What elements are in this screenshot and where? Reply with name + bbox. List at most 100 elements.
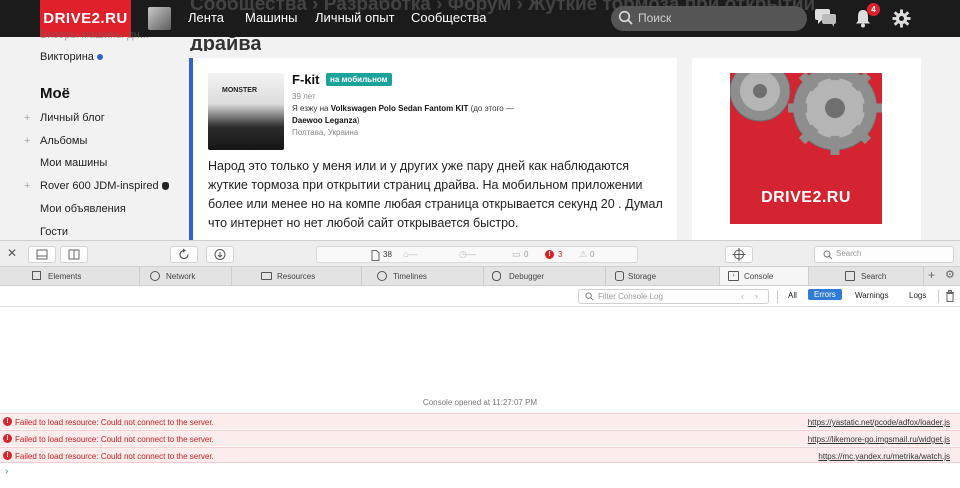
tab-label: Storage [628, 272, 657, 281]
console-error-row[interactable]: ! Failed to load resource: Could not con… [0, 413, 960, 429]
error-icon: ! [3, 451, 12, 460]
tab-console[interactable]: › Console [720, 267, 809, 285]
filter-divider [777, 290, 778, 303]
download-icon [214, 249, 226, 260]
filter-all[interactable]: All [788, 291, 797, 300]
forum-post: MONSTER F-kit на мобильном 39 лет Я езжу… [189, 58, 677, 240]
sidebar-item-ads[interactable]: Мои объявления [40, 203, 126, 215]
clock-icon [377, 271, 387, 281]
messages-icon[interactable] [815, 9, 837, 28]
console-prompt[interactable]: › [5, 466, 8, 477]
settings-gear-icon[interactable] [892, 9, 911, 28]
author-location: Полтава, Украина [292, 128, 359, 137]
site-search-input[interactable]: Поиск [611, 6, 807, 31]
log-count: 0 [524, 250, 529, 259]
notification-badge: 4 [867, 3, 880, 16]
tab-timelines[interactable]: Timelines [362, 267, 484, 285]
trash-icon[interactable] [945, 290, 955, 302]
devtools-search-placeholder: Search [836, 249, 862, 258]
sidebar-item-partial[interactable]: Бизоры машины дн... [40, 29, 149, 41]
tab-search[interactable]: Search [809, 267, 924, 285]
next-arrow-icon[interactable]: › [755, 291, 758, 301]
nav-experience[interactable]: Личный опыт [315, 10, 395, 25]
add-tab-icon[interactable]: + [928, 268, 935, 282]
error-message: Failed to load resource: Could not conne… [15, 418, 214, 427]
dock-side-button[interactable] [60, 246, 88, 263]
dock-icon [36, 249, 48, 260]
devtools-search-input[interactable]: Search [814, 246, 954, 263]
filter-warnings[interactable]: Warnings [855, 291, 889, 300]
download-button[interactable] [206, 246, 234, 263]
sidebar-item-label: Rover 600 JDM-inspired [40, 180, 159, 192]
sidebar-item-albums[interactable]: Альбомы [40, 135, 87, 147]
nav-communities[interactable]: Сообщества [411, 10, 487, 25]
plus-icon[interactable]: + [24, 135, 30, 147]
sidebar-item-my-cars[interactable]: Мои машины [40, 157, 107, 169]
tab-label: Resources [277, 272, 316, 281]
inspect-button[interactable] [725, 246, 753, 263]
car-link[interactable]: Volkswagen Polo Sedan Fantom KIT [331, 104, 469, 113]
plus-icon[interactable]: + [24, 180, 30, 192]
document-icon [371, 250, 380, 261]
tab-elements[interactable]: Elements [0, 267, 140, 285]
log-icon: ▭ [512, 249, 521, 259]
car-prev-suffix: ) [356, 116, 360, 125]
warning-icon: ⚠ [579, 249, 588, 259]
avatar[interactable] [148, 7, 171, 30]
folder-icon [261, 272, 272, 280]
filter-logs[interactable]: Logs [909, 291, 926, 300]
author-prev-car: Daewoo Leganza) [292, 116, 360, 125]
sidebar-item-guests[interactable]: Гости [40, 226, 68, 238]
console-icon: › [728, 271, 739, 281]
globe-icon [150, 271, 160, 281]
error-source-link[interactable]: https://yastatic.net/pcode/adfox/loader.… [808, 418, 950, 427]
nav-feed[interactable]: Лента [188, 10, 224, 25]
error-source-link[interactable]: https://mc.yandex.ru/metrika/watch.js [818, 452, 950, 461]
tab-network[interactable]: Network [140, 267, 232, 285]
sidebar-item-car[interactable]: Rover 600 JDM-inspired [40, 180, 169, 192]
tab-label: Search [861, 272, 887, 281]
page-title: драйва [190, 37, 262, 51]
console-error-row[interactable]: ! Failed to load resource: Could not con… [0, 447, 960, 463]
tab-storage[interactable]: Storage [606, 267, 720, 285]
devtools-toolbar: ✕ 38 ⌂— ◷— ▭ 0 ! 3 ⚠ 0 Search [0, 240, 960, 267]
prev-arrow-icon[interactable]: ‹ [741, 291, 744, 301]
ad-card: DRIVE2.RU [692, 58, 921, 240]
search-icon [618, 10, 633, 25]
car-prefix: Я езжу на [292, 104, 331, 113]
tab-label: Network [166, 272, 196, 281]
author-car-photo[interactable]: MONSTER [208, 73, 284, 150]
console-filter-input[interactable]: Filter Console Log ‹ › [578, 289, 769, 304]
reload-button[interactable] [170, 246, 198, 263]
filter-divider [938, 290, 939, 303]
new-dot-icon [96, 54, 103, 61]
error-count[interactable]: 3 [558, 250, 562, 259]
apple-icon [161, 182, 169, 191]
prev-car-link[interactable]: Daewoo Leganza [292, 116, 357, 125]
filter-errors[interactable]: Errors [808, 289, 842, 300]
search-icon [823, 250, 833, 260]
warning-count: 0 [590, 250, 595, 259]
tab-resources[interactable]: Resources [232, 267, 362, 285]
crosshair-icon [732, 248, 746, 261]
console-opened-message: Console opened at 11:27:07 PM [422, 398, 538, 407]
error-icon: ! [3, 434, 12, 443]
nav-cars[interactable]: Машины [245, 10, 297, 25]
sidebar-item-quiz[interactable]: Викторина [40, 51, 103, 63]
plus-icon[interactable]: + [24, 112, 30, 124]
error-message: Failed to load resource: Could not conne… [15, 452, 214, 461]
settings-gear-icon[interactable]: ⚙ [945, 268, 955, 281]
ad-banner[interactable]: DRIVE2.RU [730, 73, 882, 224]
car-prev-prefix: (до этого — [468, 104, 514, 113]
post-text: Народ это только у меня или и у других у… [208, 159, 663, 230]
close-icon[interactable]: ✕ [7, 246, 17, 260]
dock-bottom-button[interactable] [28, 246, 56, 263]
error-source-link[interactable]: https://likemore-go.imgsmail.ru/widget.j… [808, 435, 950, 444]
sidebar-item-blog[interactable]: Личный блог [40, 112, 105, 124]
console-error-row[interactable]: ! Failed to load resource: Could not con… [0, 430, 960, 446]
load-time-icon: ◷— [459, 249, 476, 259]
author-name[interactable]: F-kit [292, 72, 319, 87]
photo-caption: MONSTER [222, 87, 257, 94]
tab-debugger[interactable]: Debugger [484, 267, 606, 285]
elements-icon [32, 271, 41, 280]
